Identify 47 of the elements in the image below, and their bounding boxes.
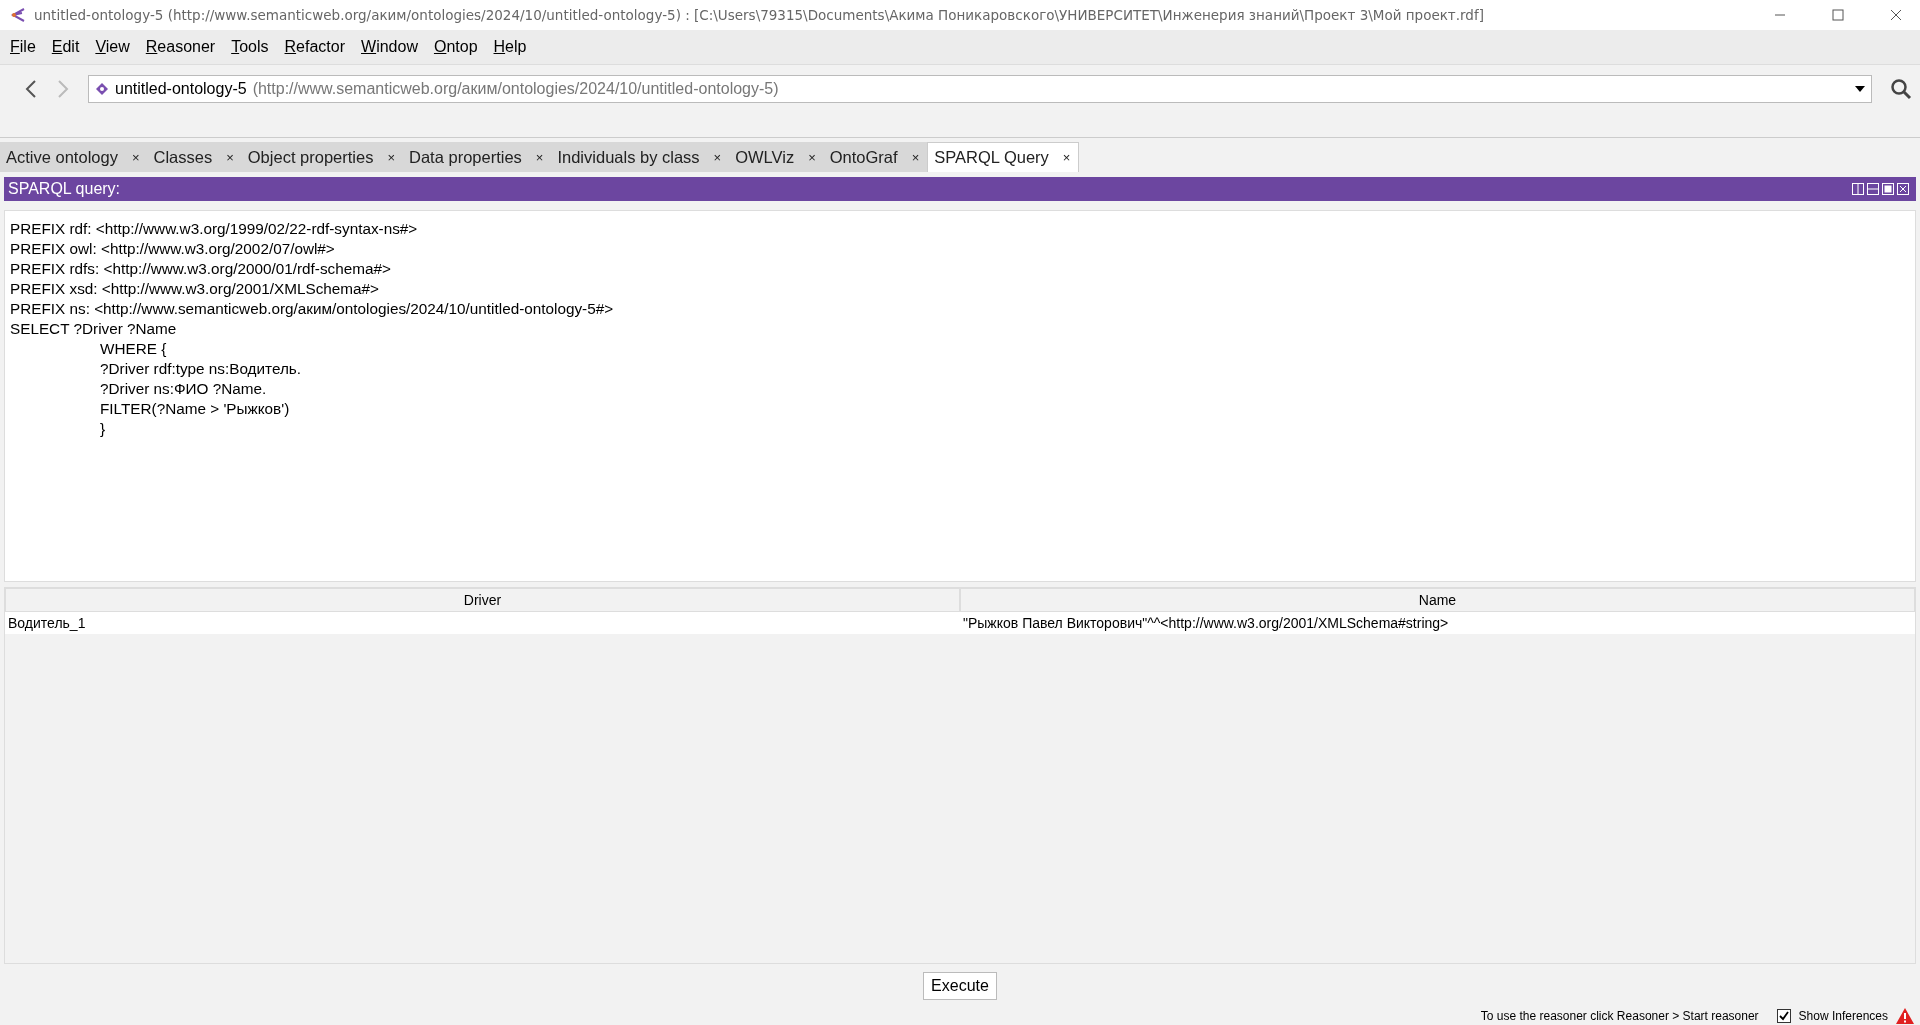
query-line: PREFIX rdf: <http://www.w3.org/1999/02/22-rdf-syntax-ns#> [10,219,418,239]
query-line: ?Driver ns:ФИО ?Name. [99,379,267,399]
query-line: SELECT ?Driver ?Name [10,319,177,339]
menu-item[interactable]: Refactor [276,38,353,56]
menu-item[interactable]: Tools [223,38,277,56]
tab[interactable]: Individuals by class × [551,142,730,172]
menu-item[interactable]: View [87,38,138,56]
menu-item[interactable]: Ontop [425,38,486,56]
dropdown-caret-icon[interactable] [1855,86,1865,92]
query-line: FILTER(?Name > 'Рыжков') [99,399,290,419]
app-logo-icon [10,7,26,23]
menu-item[interactable]: File [2,38,44,56]
show-inferences-checkbox[interactable] [1776,1009,1791,1023]
view-layout-icon[interactable] [1852,183,1910,195]
maximize-icon[interactable] [1832,9,1844,21]
query-line: ?Driver rdf:type ns:Водитель. [99,359,302,379]
tab[interactable]: OWLViz × [729,142,824,172]
tab[interactable]: OntoGraf × [823,142,928,172]
panel-title: SPARQL query: [8,180,121,198]
close-icon[interactable] [1890,9,1902,21]
column-header[interactable]: Name [960,588,1915,612]
table-cell-text: Водитель_1 [7,614,87,633]
table-cell-text: "Рыжков Павел Викторович"^^<http://www.w3.org/2001/XMLSchema#string> [962,614,1450,633]
warning-icon [1896,1008,1914,1024]
query-line: } [99,419,106,439]
menu-item[interactable]: Help [485,38,535,56]
ontology-address-field[interactable]: untitled-ontology-5 (http://www.semanticweb.org/аким/ontologies/2024/10/untitled-ontology-5) [88,75,1872,103]
tab[interactable]: Object properties × [241,142,404,172]
tab[interactable]: SPARQL Query × [927,142,1080,172]
show-inferences-label[interactable]: Show Inferences [1798,1009,1888,1023]
tab[interactable]: Data properties × [403,142,552,172]
reasoner-hint: To use the reasoner click Reasoner > Start reasoner [1480,1009,1759,1023]
tab[interactable]: Active ontology × [0,142,148,172]
column-header[interactable]: Driver [5,588,960,612]
query-line: PREFIX rdfs: <http://www.w3.org/2000/01/rdf-schema#> [10,259,391,279]
execute-button[interactable]: Execute [923,972,997,1000]
menu-item[interactable]: Reasoner [137,38,224,56]
menu-item[interactable]: Edit [43,38,88,56]
query-line: WHERE { [99,339,167,359]
search-icon[interactable] [1890,78,1912,100]
window-title: untitled-ontology-5 (http://www.semanticweb.org/аким/ontologies/2024/10/untitled-ontology-5) : [C:\Users\79315\Documents\Акима Поникаровского\УНИВЕРСИТЕТ\Инженерия знаний\Проект 3\Мой проект.rdf] [34,7,1484,23]
query-line: PREFIX xsd: <http://www.w3.org/2001/XMLSchema#> [10,279,379,299]
query-line: PREFIX ns: <http://www.semanticweb.org/аким/ontologies/2024/10/untitled-ontology-5#> [10,299,614,319]
tab[interactable]: Classes × [147,142,242,172]
diamond-icon [95,82,109,96]
query-line: PREFIX owl: <http://www.w3.org/2002/07/owl#> [10,239,335,259]
menu-item[interactable]: Window [353,38,426,56]
